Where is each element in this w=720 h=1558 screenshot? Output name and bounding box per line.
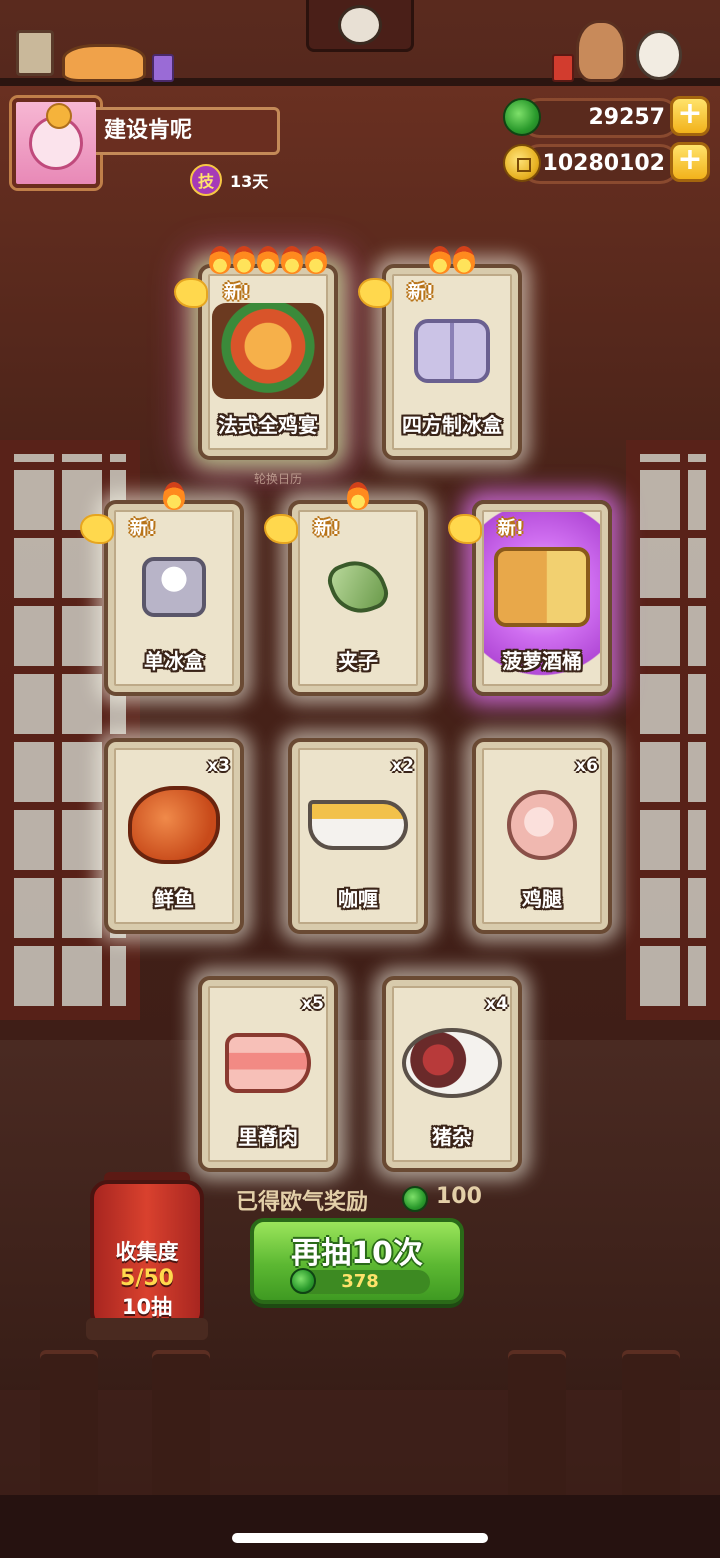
- skill-days: 13天: [230, 172, 269, 191]
- reward-value: 100: [436, 1184, 482, 1209]
- card-name: 猪杂: [432, 1125, 472, 1149]
- new-badge: 新!: [358, 274, 444, 308]
- rarity-flames: [386, 246, 518, 274]
- card-fresh-fish[interactable]: x3 鲜鱼: [104, 738, 244, 934]
- jade-icon: [503, 98, 541, 136]
- skill-icon[interactable]: 技: [190, 164, 222, 196]
- chicken-leg-icon: [507, 789, 577, 860]
- quantity-label: x4: [485, 994, 508, 1014]
- card-name: 咖喱: [338, 887, 378, 911]
- flame-icon: [305, 246, 327, 274]
- home-indicator[interactable]: [232, 1533, 488, 1543]
- player-name: 建设肯呢: [96, 107, 280, 155]
- card-pork-offal[interactable]: x4 猪杂: [382, 976, 522, 1172]
- flame-icon: [257, 246, 279, 274]
- collection-title: 收集度: [115, 1240, 179, 1264]
- collection-progress: 5/50: [120, 1266, 174, 1291]
- player-avatar[interactable]: [12, 98, 100, 188]
- card-french-chicken-feast[interactable]: 新! 法式全鸡宴: [174, 246, 338, 460]
- collection-lantern[interactable]: 收集度 5/50 10抽: [90, 1180, 204, 1330]
- jade-balance: 29257: [520, 98, 680, 138]
- flame-icon: [453, 246, 475, 274]
- fish-icon: [128, 785, 220, 864]
- draw-again-label: 再抽10次: [291, 1236, 423, 1271]
- offal-plate-icon: [402, 1027, 502, 1098]
- chicken-feast-icon: [212, 302, 324, 399]
- railing-post: [152, 1350, 210, 1500]
- bottom-bar: [0, 1495, 720, 1558]
- card-name: 单冰盒: [144, 649, 204, 673]
- card-name: 法式全鸡宴: [218, 413, 318, 437]
- lantern-stand: [86, 1318, 208, 1340]
- purple-jar-decoration: [152, 54, 174, 82]
- railing-post: [622, 1350, 680, 1500]
- rarity-flames: [108, 482, 240, 510]
- card-name: 菠萝酒桶: [502, 649, 582, 673]
- coin-balance: 10280102: [520, 144, 680, 184]
- rarity-flames: [202, 246, 334, 274]
- background-baseboard: [0, 1390, 720, 1500]
- flame-icon: [281, 246, 303, 274]
- curry-boat-icon: [308, 799, 408, 850]
- shelf-frame-decoration: [16, 30, 54, 76]
- ice-tray-icon: [414, 318, 490, 383]
- card-curry[interactable]: x2 咖喱: [288, 738, 428, 934]
- card-tenderloin[interactable]: x5 里脊肉: [198, 976, 338, 1172]
- white-cat-decoration: [636, 30, 682, 80]
- reward-label: 已得欧气奖励: [236, 1190, 369, 1215]
- pineapple-barrel-icon: [494, 546, 590, 627]
- quantity-label: x2: [391, 756, 414, 776]
- card-chicken-leg[interactable]: x6 鸡腿: [472, 738, 612, 934]
- jade-icon: [402, 1186, 428, 1212]
- flame-icon: [233, 246, 255, 274]
- card-tongs[interactable]: 新! 夹子: [264, 482, 428, 696]
- tenderloin-icon: [225, 1032, 311, 1093]
- card-name: 鲜鱼: [154, 887, 194, 911]
- rarity-flames: [292, 482, 424, 510]
- collection-draws: 10抽: [121, 1295, 173, 1319]
- top-center-sign: [306, 0, 414, 52]
- card-name: 四方制冰盒: [402, 413, 502, 437]
- railing-post: [508, 1350, 566, 1500]
- sleeping-cat-decoration: [62, 44, 146, 82]
- jade-icon: [290, 1268, 316, 1294]
- card-square-ice-box[interactable]: 新! 四方制冰盒: [358, 246, 522, 460]
- flame-icon: [209, 246, 231, 274]
- draw-again-button[interactable]: 再抽10次 378: [250, 1218, 464, 1304]
- flame-icon: [429, 246, 451, 274]
- red-jar-decoration: [552, 54, 574, 82]
- ice-box-icon: [142, 556, 206, 617]
- card-single-ice-box[interactable]: 新! 单冰盒: [80, 482, 244, 696]
- tongs-icon: [323, 552, 393, 622]
- new-badge: 新!: [80, 510, 166, 544]
- railing-post: [40, 1350, 98, 1500]
- card-pineapple-barrel[interactable]: 新! 菠萝酒桶: [448, 500, 612, 696]
- chef-character-decoration: [576, 20, 626, 82]
- add-jade-button[interactable]: +: [670, 96, 710, 136]
- avatar-character-icon: [29, 103, 83, 170]
- new-badge: 新!: [264, 510, 350, 544]
- quantity-label: x6: [575, 756, 598, 776]
- coin-icon: [503, 144, 541, 182]
- card-name: 夹子: [338, 649, 378, 673]
- card-name: 里脊肉: [238, 1125, 298, 1149]
- flame-icon: [347, 482, 369, 510]
- add-coin-button[interactable]: +: [670, 142, 710, 182]
- flame-icon: [163, 482, 185, 510]
- right-lattice-window: [626, 440, 720, 1020]
- new-badge: 新!: [448, 510, 534, 544]
- grandpa-cat-icon: [338, 4, 382, 45]
- quantity-label: x3: [207, 756, 230, 776]
- quantity-label: x5: [301, 994, 324, 1014]
- card-name: 鸡腿: [522, 887, 562, 911]
